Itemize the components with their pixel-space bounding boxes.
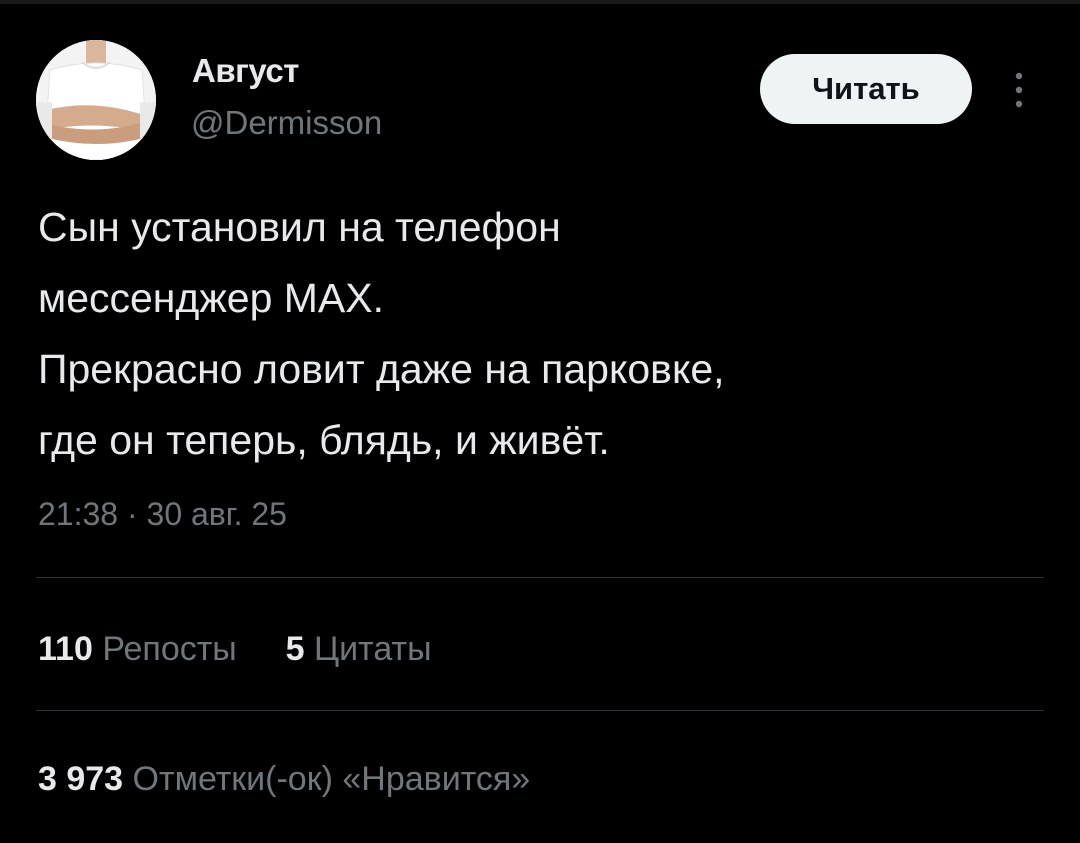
tweet-text: Сын установил на телефон мессенджер MAX.… — [38, 192, 1048, 476]
tweet-line: Прекрасно ловит даже на парковке, — [38, 346, 725, 392]
likes-stat[interactable]: 3 973 Отметки(-ок) «Нравится» — [38, 760, 530, 799]
top-border — [0, 0, 1080, 4]
tweet-line: Сын установил на телефон — [38, 204, 561, 250]
reposts-label: Репосты — [102, 630, 237, 668]
quotes-label: Цитаты — [314, 630, 432, 668]
more-vertical-icon[interactable] — [1004, 68, 1034, 112]
avatar[interactable] — [36, 40, 156, 160]
reposts-count: 110 — [38, 630, 93, 668]
likes-stats-row: 3 973 Отметки(-ок) «Нравится» — [38, 760, 530, 799]
repost-stats-row: 110 Репосты 5 Цитаты — [38, 630, 432, 669]
divider — [36, 710, 1044, 711]
avatar-image — [36, 40, 156, 160]
tweet-line: мессенджер MAX. — [38, 275, 385, 321]
follow-button[interactable]: Читать — [760, 54, 972, 124]
display-name[interactable]: Август — [192, 52, 299, 90]
likes-count: 3 973 — [38, 760, 124, 798]
quotes-count: 5 — [285, 630, 305, 668]
reposts-stat[interactable]: 110 Репосты — [38, 630, 237, 669]
tweet-line: где он теперь, блядь, и живёт. — [38, 417, 610, 463]
quotes-stat[interactable]: 5 Цитаты — [286, 630, 432, 669]
user-handle[interactable]: @Dermisson — [191, 104, 382, 142]
tweet-timestamp[interactable]: 21:38 · 30 авг. 25 — [38, 496, 287, 533]
likes-label: Отметки(-ок) «Нравится» — [132, 760, 531, 798]
divider — [36, 577, 1044, 578]
